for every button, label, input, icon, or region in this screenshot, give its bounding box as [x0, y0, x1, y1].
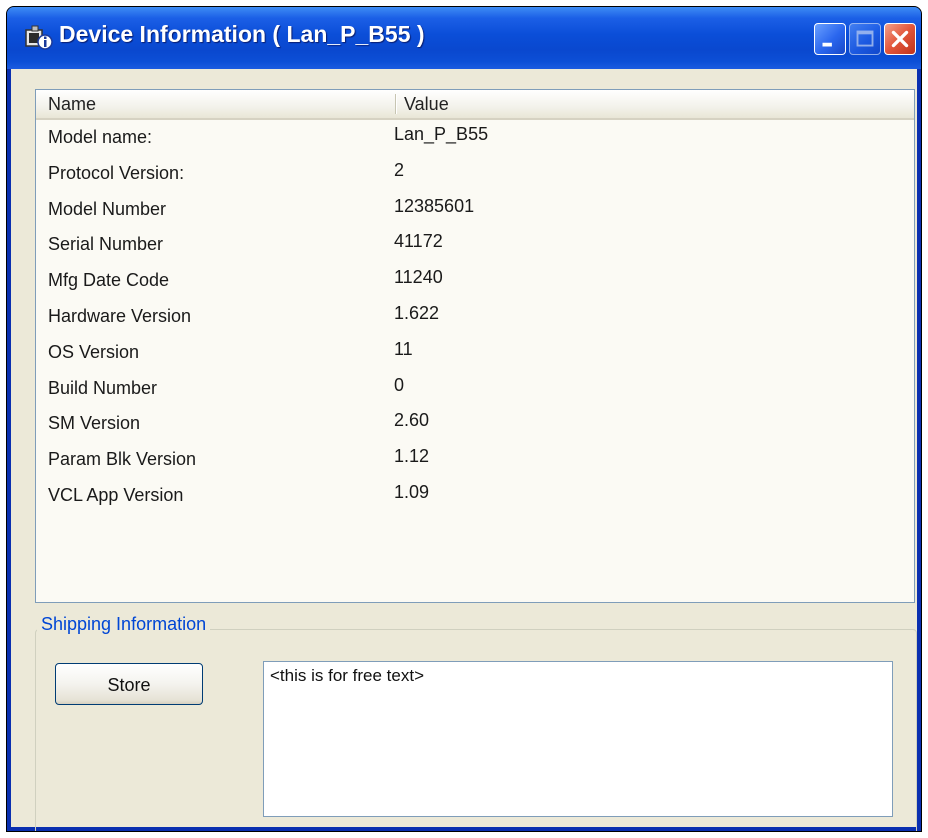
row-name: Protocol Version: [48, 162, 185, 183]
store-button[interactable]: Store [55, 663, 203, 705]
row-value: Lan_P_B55 [394, 124, 489, 144]
table-row[interactable]: Param Blk Version 1.12 [36, 442, 914, 478]
list-rows: Model name: Lan_P_B55 Protocol Version: … [36, 120, 914, 514]
minimize-button[interactable] [814, 23, 846, 55]
title-bar[interactable]: Device Information ( Lan_P_B55 ) [7, 7, 921, 69]
row-name: Model Number [48, 198, 167, 219]
device-info-list[interactable]: Name Value Model name: Lan_P_B55 Protoco… [35, 89, 915, 603]
maximize-button[interactable] [849, 23, 881, 55]
row-name: Hardware Version [48, 305, 192, 326]
table-row[interactable]: Hardware Version 1.622 [36, 299, 914, 335]
shipping-free-text-field[interactable]: <this is for free text> [263, 661, 893, 817]
list-header: Name Value [36, 90, 914, 120]
row-value: 1.12 [394, 446, 430, 467]
row-name: OS Version [48, 341, 140, 362]
close-icon [891, 30, 909, 48]
column-header-name[interactable]: Name [48, 90, 96, 118]
row-value: 1.622 [394, 302, 440, 323]
row-value: 0 [394, 374, 405, 395]
row-name: Build Number [48, 377, 158, 398]
table-row[interactable]: SM Version 2.60 [36, 406, 914, 442]
table-row[interactable]: VCL App Version 1.09 [36, 478, 914, 514]
row-value: 2.60 [394, 410, 430, 431]
row-name: Model name: [48, 127, 153, 147]
row-value: 2 [394, 159, 405, 180]
device-info-icon [23, 22, 53, 52]
table-row[interactable]: Serial Number 41172 [36, 227, 914, 263]
window-client-area: Name Value Model name: Lan_P_B55 Protoco… [11, 69, 917, 831]
row-value: 1.09 [394, 481, 430, 502]
close-button[interactable] [884, 23, 916, 55]
window-title: Device Information ( Lan_P_B55 ) [59, 21, 425, 47]
row-name: Serial Number [48, 234, 164, 255]
device-information-window: Device Information ( Lan_P_B55 ) Name Va… [6, 6, 922, 832]
row-value: 11 [394, 338, 413, 359]
shipping-information-label: Shipping Information [37, 614, 211, 635]
row-name: SM Version [48, 413, 141, 434]
column-header-value[interactable]: Value [404, 90, 449, 118]
row-name: Param Blk Version [48, 449, 197, 470]
table-row[interactable]: Model Number 12385601 [36, 192, 914, 228]
maximize-icon [856, 30, 874, 47]
minimize-icon [822, 42, 832, 47]
column-divider[interactable] [395, 94, 397, 114]
row-value: 11240 [394, 267, 443, 288]
table-row[interactable]: Protocol Version: 2 [36, 156, 914, 192]
row-name: Mfg Date Code [48, 270, 170, 291]
row-value: 12385601 [394, 195, 475, 216]
table-row[interactable]: Model name: Lan_P_B55 [36, 120, 914, 156]
table-row[interactable]: OS Version 11 [36, 335, 914, 371]
row-value: 41172 [394, 231, 443, 252]
row-name: VCL App Version [48, 484, 184, 505]
table-row[interactable]: Build Number 0 [36, 371, 914, 407]
table-row[interactable]: Mfg Date Code 11240 [36, 263, 914, 299]
